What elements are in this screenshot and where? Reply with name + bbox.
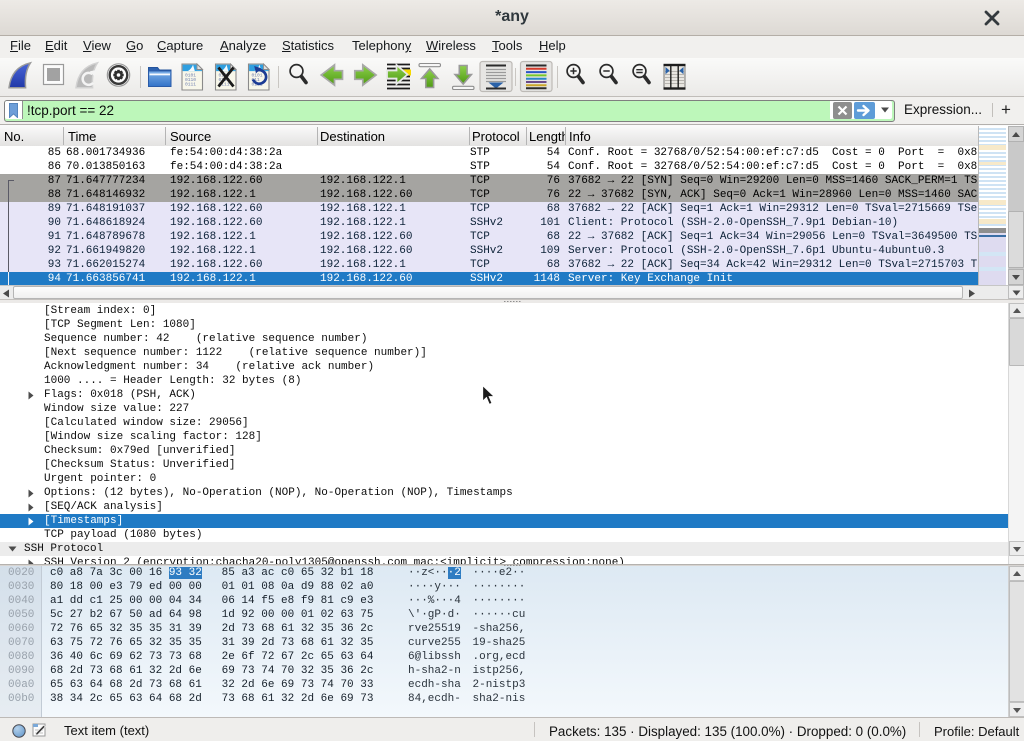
- svg-text:0111: 0111: [185, 82, 196, 88]
